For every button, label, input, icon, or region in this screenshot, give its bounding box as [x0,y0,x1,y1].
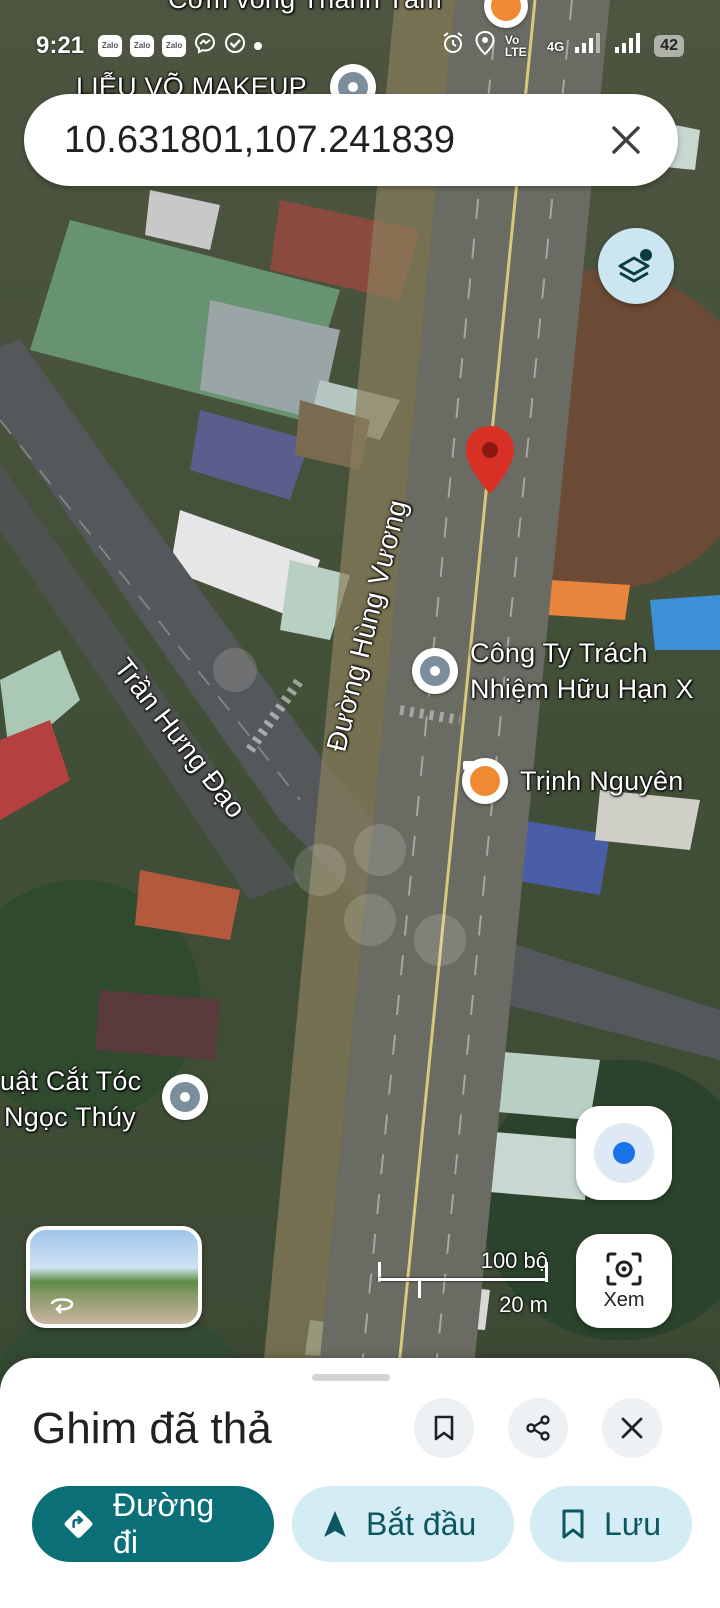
street-view-thumbnail[interactable] [26,1226,202,1328]
company-marker-icon[interactable] [412,648,458,694]
cafe-marker-icon[interactable] [462,758,508,804]
poi-label-cafe[interactable]: Trịnh Nguyên [520,766,683,797]
bottom-sheet[interactable]: Ghim đã thả Đường đi Bắt đầu Lưu [0,1358,720,1608]
network-type-label: 4G [546,38,565,54]
bookmark-icon [434,1415,454,1441]
lens-label: Xem [603,1288,645,1311]
directions-label: Đường đi [113,1487,215,1560]
navigation-arrow-icon [324,1511,346,1537]
scale-tick [545,1262,548,1282]
my-location-button[interactable] [576,1106,672,1200]
zalo-icon: Zalo [130,35,155,57]
poi-label-company-2[interactable]: Nhiệm Hữu Hạn X [470,674,694,705]
signal-strength-icon [574,32,604,61]
sheet-drag-handle[interactable] [312,1374,390,1381]
close-icon [612,126,640,154]
directions-icon [64,1510,93,1538]
dropped-pin-icon[interactable] [464,424,516,496]
directions-button[interactable]: Đường đi [32,1486,274,1562]
messenger-icon [194,32,216,60]
notification-dot-icon [254,42,263,50]
save-bookmark-button[interactable] [414,1398,474,1458]
close-icon [621,1417,643,1439]
start-label: Bắt đầu [366,1505,477,1542]
start-button[interactable]: Bắt đầu [292,1486,514,1562]
status-time: 9:21 [36,32,85,59]
share-button[interactable] [508,1398,568,1458]
save-label: Lưu [604,1505,662,1542]
search-bar[interactable] [24,94,678,186]
map-layers-button[interactable] [598,228,674,304]
scale-tick [418,1278,421,1298]
search-input[interactable] [64,118,604,162]
location-dot-icon [594,1123,654,1183]
poi-label-company-1[interactable]: Công Ty Trách [470,638,648,669]
check-circle-icon [224,32,246,60]
zalo-icon: Zalo [162,35,187,57]
sheet-title: Ghim đã thả [32,1404,272,1453]
scale-meters-label: 20 m [499,1292,548,1317]
poi-label-restaurant[interactable]: Cơm vong Thanh Tâm [168,0,442,15]
clear-search-button[interactable] [604,118,648,162]
lens-view-button[interactable]: Xem [576,1234,672,1328]
camera-lens-icon [606,1252,642,1285]
zalo-icon: Zalo [98,35,123,57]
share-icon [526,1415,550,1441]
close-sheet-button[interactable] [602,1398,662,1458]
barber-marker-icon[interactable] [162,1074,208,1120]
map-scale: 100 bộ 20 m [378,1248,568,1318]
scale-feet-label: 100 bộ [480,1248,548,1273]
layers-icon [618,249,652,283]
poi-label-barber-2[interactable]: Ngọc Thúy [4,1102,136,1133]
bookmark-icon [562,1509,584,1539]
poi-label-barber-1[interactable]: uật Cắt Tóc [0,1066,141,1097]
volte-icon: Vo LTE [504,33,527,59]
location-status-icon [475,30,495,62]
street-view-rotate-icon [50,1298,74,1314]
battery-indicator: 42 [654,35,684,57]
alarm-icon [441,31,465,62]
signal-strength-icon-2 [614,32,644,61]
status-bar: 9:21 Zalo Zalo Zalo Vo LTE 4G 42 [0,26,720,66]
save-button[interactable]: Lưu [530,1486,692,1562]
scale-bar [378,1278,548,1281]
